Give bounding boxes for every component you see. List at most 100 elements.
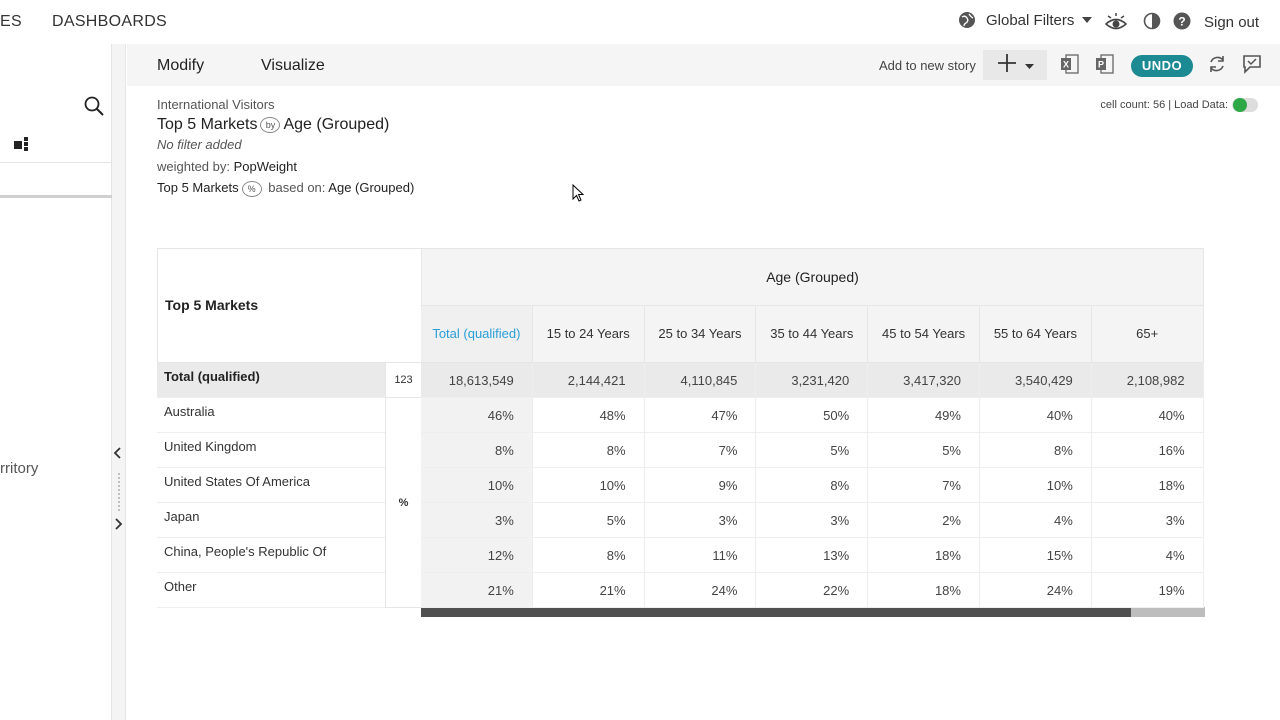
panel-splitter[interactable] bbox=[112, 44, 126, 720]
table-cell: 40% bbox=[980, 398, 1092, 433]
cell-count-label: cell count: 56 | Load Data: bbox=[1100, 99, 1228, 111]
table-cell: 5% bbox=[532, 503, 645, 538]
report-title: Top 5 Markets by Age (Grouped) bbox=[157, 116, 389, 134]
table-cell: 50% bbox=[756, 398, 869, 433]
global-filters-button[interactable]: Global Filters bbox=[958, 11, 1093, 29]
row-header-label: Top 5 Markets bbox=[165, 297, 259, 313]
table-cell: 48% bbox=[532, 398, 645, 433]
row-header: Top 5 Markets bbox=[157, 248, 421, 363]
table-cell: 8% bbox=[532, 433, 645, 468]
eye-icon[interactable] bbox=[1105, 12, 1127, 32]
table-cell: 21% bbox=[532, 573, 645, 608]
table-row-label: Other bbox=[157, 573, 385, 608]
table-cell: 24% bbox=[644, 573, 757, 608]
weight-info: weighted by: PopWeight bbox=[157, 159, 297, 174]
table-cell: 11% bbox=[644, 538, 757, 573]
nav-item-stories[interactable]: ES bbox=[0, 13, 22, 31]
table-cell: 2% bbox=[868, 503, 980, 538]
table-row-label: China, People's Republic Of bbox=[157, 538, 385, 573]
svg-text:X: X bbox=[1063, 60, 1069, 70]
crosstab-table: Top 5 Markets Age (Grouped) Total (quali… bbox=[157, 248, 1205, 618]
column-header[interactable]: 45 to 54 Years bbox=[868, 306, 980, 363]
table-cell: 13% bbox=[756, 538, 869, 573]
table-cell: 8% bbox=[980, 433, 1092, 468]
sidebar-input-row[interactable] bbox=[0, 162, 112, 198]
column-header[interactable]: 15 to 24 Years bbox=[532, 306, 645, 363]
table-cell: 7% bbox=[868, 468, 980, 503]
weight-value[interactable]: PopWeight bbox=[234, 159, 297, 174]
table-cell: 24% bbox=[980, 573, 1092, 608]
based-label: based on: bbox=[268, 180, 326, 195]
table-cell: 18,613,549 bbox=[421, 363, 533, 398]
undo-button[interactable]: UNDO bbox=[1131, 55, 1193, 77]
sign-out-link[interactable]: Sign out bbox=[1204, 14, 1259, 31]
search-icon[interactable] bbox=[84, 96, 104, 121]
chevron-down-icon bbox=[1082, 17, 1093, 23]
table-cell: 21% bbox=[421, 573, 533, 608]
scrollbar-thumb[interactable] bbox=[421, 607, 1131, 617]
table-cell: 10% bbox=[980, 468, 1092, 503]
cell-count: cell count: 56 | Load Data: bbox=[1100, 98, 1258, 112]
table-cell: 15% bbox=[980, 538, 1092, 573]
chevron-down-icon bbox=[1024, 56, 1034, 74]
tab-modify[interactable]: Modify bbox=[157, 57, 204, 75]
table-cell: 22% bbox=[756, 573, 869, 608]
table-cell: 18% bbox=[868, 538, 980, 573]
table-cell: 8% bbox=[421, 433, 533, 468]
table-cell: 10% bbox=[421, 468, 533, 503]
column-header[interactable]: Total (qualified) bbox=[421, 306, 533, 363]
table-cell: 16% bbox=[1091, 433, 1204, 468]
table-cell: 3% bbox=[421, 503, 533, 538]
based-value: Age (Grouped) bbox=[328, 180, 415, 195]
help-icon[interactable]: ? bbox=[1173, 12, 1191, 30]
table-cell: 9% bbox=[644, 468, 757, 503]
dataset-name: International Visitors bbox=[157, 97, 275, 112]
table-cell: 18% bbox=[1091, 468, 1204, 503]
comment-icon[interactable] bbox=[1242, 54, 1262, 79]
chevron-right-icon[interactable] bbox=[113, 518, 123, 533]
drag-handle[interactable] bbox=[117, 472, 121, 512]
add-to-story-label[interactable]: Add to new story bbox=[879, 58, 976, 73]
grid-icon[interactable] bbox=[14, 137, 30, 156]
table-cell: 3% bbox=[1091, 503, 1204, 538]
load-data-toggle[interactable] bbox=[1232, 98, 1258, 112]
table-cell: 8% bbox=[756, 468, 869, 503]
table-cell: 3,231,420 bbox=[756, 363, 869, 398]
table-row-label: United Kingdom bbox=[157, 433, 385, 468]
table-cell: 3% bbox=[644, 503, 757, 538]
column-group-header[interactable]: Age (Grouped) bbox=[421, 248, 1204, 306]
filter-status[interactable]: No filter added bbox=[157, 137, 242, 152]
left-sidebar: rritory bbox=[0, 44, 112, 720]
by-icon: by bbox=[260, 116, 281, 133]
table-cell: 46% bbox=[421, 398, 533, 433]
refresh-icon[interactable] bbox=[1207, 54, 1227, 79]
column-header[interactable]: 55 to 64 Years bbox=[980, 306, 1092, 363]
report-toolbar: Modify Visualize Add to new story X P UN… bbox=[127, 44, 1280, 86]
table-cell: 3,417,320 bbox=[868, 363, 980, 398]
excel-icon[interactable]: X bbox=[1061, 54, 1079, 79]
table-cell: 19% bbox=[1091, 573, 1204, 608]
table-cell: 8% bbox=[532, 538, 645, 573]
sidebar-item-territory[interactable]: rritory bbox=[0, 460, 38, 477]
table-cell: 5% bbox=[868, 433, 980, 468]
svg-text:?: ? bbox=[1178, 15, 1185, 29]
table-cell: 49% bbox=[868, 398, 980, 433]
percent-icon: % bbox=[241, 180, 262, 197]
contrast-icon[interactable] bbox=[1143, 12, 1161, 30]
chevron-left-icon[interactable] bbox=[113, 447, 123, 462]
table-cell: 47% bbox=[644, 398, 757, 433]
tab-visualize[interactable]: Visualize bbox=[261, 57, 325, 75]
table-cell: 40% bbox=[1091, 398, 1204, 433]
horizontal-scrollbar[interactable] bbox=[421, 607, 1205, 617]
column-header[interactable]: 65+ bbox=[1091, 306, 1204, 363]
powerpoint-icon[interactable]: P bbox=[1096, 54, 1114, 79]
add-story-button[interactable] bbox=[983, 50, 1047, 80]
table-cell: 4% bbox=[980, 503, 1092, 538]
column-header[interactable]: 25 to 34 Years bbox=[644, 306, 757, 363]
nav-item-dashboards[interactable]: DASHBOARDS bbox=[52, 13, 167, 31]
column-header[interactable]: 35 to 44 Years bbox=[756, 306, 869, 363]
row-label-total: Total (qualified) bbox=[157, 363, 385, 398]
table-cell: 2,108,982 bbox=[1091, 363, 1204, 398]
mouse-cursor-icon bbox=[572, 183, 585, 207]
table-cell: 18% bbox=[868, 573, 980, 608]
